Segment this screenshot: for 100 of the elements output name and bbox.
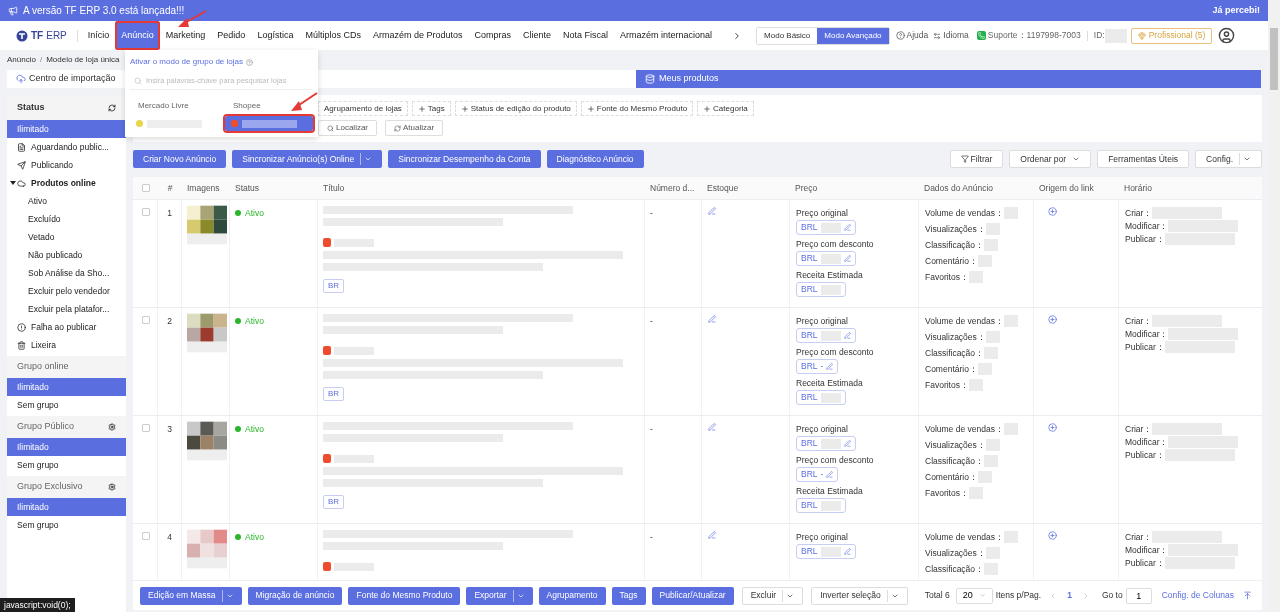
filter-chip[interactable]: Fonte do Mesmo Produto [580, 101, 694, 116]
action-button[interactable]: Filtrar [949, 150, 1004, 168]
sidebar-item[interactable]: Aguardando public... [7, 138, 126, 156]
action-button[interactable]: Ferramentas Úteis [1097, 150, 1190, 168]
group-mode-link[interactable]: Ativar o modo de grupo de lojas [130, 56, 243, 68]
sidebar-item[interactable]: Ilimitado [7, 120, 126, 138]
add-link-icon[interactable] [1048, 315, 1057, 324]
price-field[interactable]: BRL [796, 251, 856, 266]
action-button[interactable]: Sincronizar Anúncio(s) Online [232, 150, 383, 168]
mode-toggle[interactable]: Modo Avançado [817, 27, 889, 44]
sidebar-item[interactable]: Excluir pelo vendedor [7, 282, 126, 300]
nav-tab[interactable]: Logística [251, 21, 300, 50]
row-checkbox[interactable] [142, 532, 150, 540]
dismiss-link[interactable]: Já percebi! [1212, 3, 1260, 18]
nav-tab[interactable]: Armazém internacional [614, 21, 719, 50]
scrollbar[interactable] [1268, 0, 1280, 612]
nav-tab[interactable]: Cliente [517, 21, 557, 50]
breadcrumb-item[interactable]: Anúncio [7, 54, 36, 66]
filter-chip[interactable]: Categoria [697, 101, 754, 116]
edit-icon[interactable] [826, 363, 834, 370]
action-button[interactable]: Tags [611, 586, 646, 605]
edit-icon[interactable] [708, 423, 716, 431]
nav-tab[interactable]: Armazém de Produtos [366, 21, 469, 50]
action-button[interactable]: Criar Novo Anúncio [133, 150, 227, 168]
action-button[interactable]: Exportar [466, 586, 533, 605]
nav-tab[interactable]: Início [81, 21, 116, 50]
dropdown-toggle[interactable] [1239, 153, 1251, 165]
action-button[interactable]: Sincronizar Desempenho da Conta [388, 150, 541, 168]
sidebar-item[interactable]: Não publicado [7, 246, 126, 264]
action-button[interactable]: Fonte do Mesmo Produto [348, 586, 461, 605]
nav-tab[interactable]: Compras [468, 21, 517, 50]
row-checkbox[interactable] [142, 316, 150, 324]
edit-icon[interactable] [843, 332, 851, 339]
help-link[interactable]: Ajuda [895, 29, 929, 42]
nav-tab[interactable]: Nota Fiscal [557, 21, 614, 50]
nav-tab[interactable]: Múltiplos CDs [299, 21, 367, 50]
nav-tab[interactable]: Anúncio [115, 21, 160, 50]
filter-chip[interactable]: Status de edição do produto [454, 101, 577, 116]
action-button[interactable]: Excluir [741, 586, 804, 605]
sidebar-item[interactable]: Produtos online [7, 174, 126, 192]
dropdown-toggle[interactable] [886, 589, 899, 602]
edit-icon[interactable] [708, 315, 716, 323]
sidebar-item[interactable]: Publicando [7, 156, 126, 174]
add-link-icon[interactable] [1048, 207, 1057, 216]
refresh-button[interactable]: Atualizar [385, 120, 444, 136]
sidebar-item[interactable]: Ilimitado [7, 438, 126, 456]
avatar-icon[interactable] [1218, 27, 1236, 44]
action-button[interactable]: Publicar/Atualizar [651, 586, 734, 605]
nav-tab[interactable]: Pedido [211, 21, 252, 50]
edit-icon[interactable] [708, 531, 716, 539]
select-all-checkbox[interactable] [142, 184, 150, 192]
sidebar-item[interactable]: Sem grupo [7, 396, 126, 414]
column-config-link[interactable]: Config. de Colunas [1161, 589, 1234, 602]
action-button[interactable]: Config. [1195, 150, 1262, 168]
action-button[interactable]: Inverter seleção [811, 586, 908, 605]
filter-chip[interactable]: Tags [411, 101, 451, 116]
sidebar-item[interactable]: Excluir pela platafor... [7, 300, 126, 318]
sidebar-item[interactable]: Vetado [7, 228, 126, 246]
language-link[interactable]: Idioma [933, 29, 969, 42]
row-checkbox[interactable] [142, 424, 150, 432]
sidebar-item[interactable]: Ativo [7, 192, 126, 210]
sidebar-item[interactable]: Ilimitado [7, 498, 126, 516]
nav-tab[interactable]: Marketing [159, 21, 212, 50]
page-number[interactable]: 1 [1067, 589, 1072, 602]
edit-icon[interactable] [843, 548, 851, 555]
add-link-icon[interactable] [1048, 531, 1057, 540]
price-field[interactable]: BRL - [796, 359, 839, 374]
price-field[interactable]: BRL [796, 220, 856, 235]
dropdown-toggle[interactable] [782, 589, 795, 602]
price-field[interactable]: BRL [796, 436, 856, 451]
refresh-icon[interactable] [108, 103, 116, 112]
page-size-select[interactable]: 20 [955, 587, 993, 604]
action-button[interactable]: Migração de anúncio [247, 586, 343, 605]
add-link-icon[interactable] [1048, 423, 1057, 432]
settings-icon[interactable] [108, 423, 116, 431]
sidebar-item[interactable]: Excluído [7, 210, 126, 228]
sidebar-item[interactable]: Falha ao publicar [7, 318, 126, 336]
goto-field[interactable]: 1 [1125, 587, 1152, 604]
action-button[interactable]: Edição em Massa [140, 586, 242, 605]
search-button[interactable]: Localizar [318, 120, 377, 136]
edit-icon[interactable] [708, 207, 716, 215]
sidebar-item[interactable]: Ilimitado [7, 378, 126, 396]
store-item[interactable] [225, 116, 313, 131]
price-field[interactable]: BRL - [796, 467, 839, 482]
sidebar-item[interactable]: Sem grupo [7, 456, 126, 474]
sidebar-item[interactable]: Lixeira [7, 336, 126, 354]
edit-icon[interactable] [826, 471, 834, 478]
price-field[interactable]: BRL [796, 544, 856, 559]
settings-icon[interactable] [108, 483, 116, 491]
back-to-top-icon[interactable] [1243, 591, 1252, 600]
action-button[interactable]: Ordenar por [1009, 150, 1092, 168]
edit-icon[interactable] [843, 440, 851, 447]
action-button[interactable]: Diagnóstico Anúncio [546, 150, 644, 168]
sidebar-item[interactable]: Sem grupo [7, 516, 126, 534]
action-button[interactable]: Agrupamento [538, 586, 606, 605]
edit-icon[interactable] [843, 224, 851, 231]
sidebar-item[interactable]: Sob Análise da Sho... [7, 264, 126, 282]
row-checkbox[interactable] [142, 208, 150, 216]
edit-icon[interactable] [843, 255, 851, 262]
price-field[interactable]: BRL [796, 328, 856, 343]
